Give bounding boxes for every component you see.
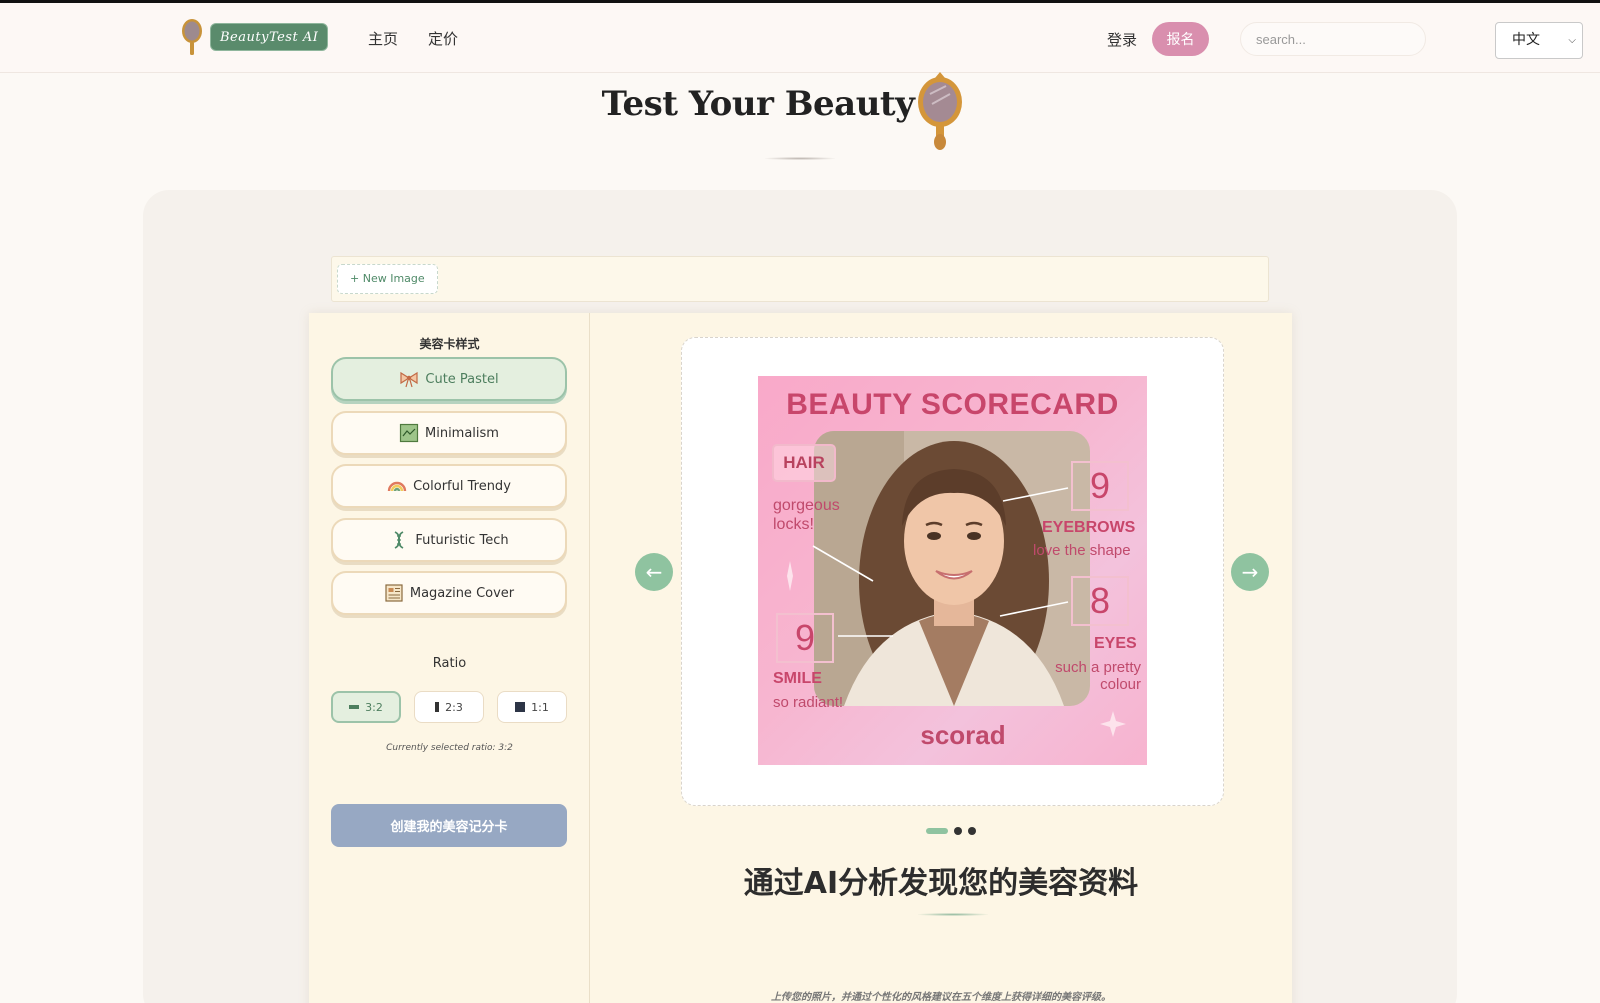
carousel-dot[interactable] <box>954 827 962 835</box>
ratio-label: 3:2 <box>365 700 383 714</box>
search-input[interactable] <box>1240 22 1426 56</box>
site-header: BeautyTest AI 主页 定价 登录 报名 中文 ⌵ <box>0 3 1600 73</box>
ratio-label: 2:3 <box>445 700 463 714</box>
main-nav: 主页 定价 <box>368 28 458 49</box>
preview-frame: BEAUTY SCORECARD HAIR gorgeous locks! 9 … <box>681 337 1224 806</box>
nav-home[interactable]: 主页 <box>368 28 398 49</box>
style-label: Minimalism <box>425 425 499 441</box>
title-divider <box>765 157 835 160</box>
connector-lines <box>787 487 1126 737</box>
feature-description: 上传您的照片，并通过个性化的风格建议在五个维度上获得详细的美容评级。 <box>771 992 1111 1003</box>
ratio-heading: Ratio <box>432 656 467 671</box>
prev-slide-button[interactable]: ← <box>635 553 673 591</box>
style-heading: 美容卡样式 <box>419 337 480 351</box>
tall-rect-icon <box>435 702 440 712</box>
newspaper-icon <box>385 584 403 602</box>
language-select[interactable]: 中文 ⌵ <box>1495 22 1583 59</box>
style-magazine-cover[interactable]: Magazine Cover <box>331 571 567 615</box>
style-label: Colorful Trendy <box>413 478 511 494</box>
dna-icon <box>394 531 404 549</box>
chevron-down-icon: ⌵ <box>1568 35 1576 46</box>
ratio-3-2-button[interactable]: 3:2 <box>331 691 401 723</box>
wide-rect-icon <box>349 705 360 709</box>
style-futuristic-tech[interactable]: Futuristic Tech <box>331 518 567 562</box>
page-title: Test Your Beauty <box>601 84 915 124</box>
headline-divider <box>918 913 988 916</box>
scorecard-footer: scorad <box>920 720 1006 750</box>
create-scorecard-button[interactable]: 创建我的美容记分卡 <box>331 804 567 847</box>
landscape-icon <box>399 423 419 443</box>
ratio-2-3-button[interactable]: 2:3 <box>414 691 484 723</box>
mirror-icon <box>182 19 202 55</box>
signup-button[interactable]: 报名 <box>1152 22 1209 56</box>
ratio-1-1-button[interactable]: 1:1 <box>497 691 567 723</box>
logo[interactable]: BeautyTest AI <box>180 17 329 57</box>
image-tabs-bar: + New Image <box>331 256 1269 302</box>
beauty-scorecard: BEAUTY SCORECARD HAIR gorgeous locks! 9 … <box>758 376 1147 765</box>
style-minimalism[interactable]: Minimalism <box>331 411 567 455</box>
style-sidebar: 美容卡样式 Cute Pastel Minimalism Colorful Tr… <box>309 313 590 1003</box>
language-value: 中文 <box>1512 32 1540 48</box>
style-label: Futuristic Tech <box>415 532 509 548</box>
style-label: Magazine Cover <box>409 585 515 601</box>
style-label: Cute Pastel <box>425 371 499 387</box>
nav-pricing[interactable]: 定价 <box>428 28 458 49</box>
feature-headline: 通过AI分析发现您的美容资料 <box>743 866 1139 901</box>
ratio-label: 1:1 <box>531 700 549 714</box>
carousel-dot[interactable] <box>968 827 976 835</box>
ratio-status: Currently selected ratio: 3:2 <box>386 743 513 753</box>
next-slide-button[interactable]: → <box>1231 553 1269 591</box>
carousel-dot[interactable] <box>926 828 948 834</box>
carousel-dots <box>926 827 976 835</box>
square-icon <box>515 702 526 712</box>
new-image-button[interactable]: + New Image <box>337 264 438 294</box>
rainbow-icon <box>387 481 407 492</box>
bow-icon <box>400 371 418 388</box>
workspace: 美容卡样式 Cute Pastel Minimalism Colorful Tr… <box>309 313 1292 1003</box>
style-colorful-trendy[interactable]: Colorful Trendy <box>331 464 567 508</box>
style-cute-pastel[interactable]: Cute Pastel <box>331 357 567 401</box>
hand-mirror-icon <box>918 72 962 150</box>
logo-text: BeautyTest AI <box>210 23 329 51</box>
login-link[interactable]: 登录 <box>1107 29 1137 50</box>
